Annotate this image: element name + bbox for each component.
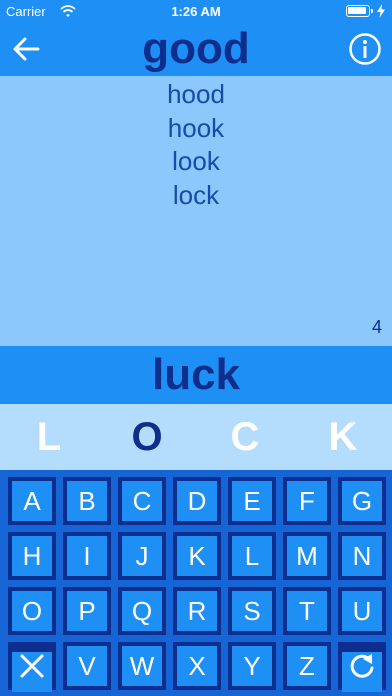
key-d[interactable]: D [173,477,221,525]
history-word: lock [172,179,220,210]
key-w[interactable]: W [118,642,166,690]
letter-slot-1[interactable]: L [19,404,79,470]
key-label: C [122,481,162,521]
key-label: U [342,591,382,631]
key-t[interactable]: T [283,587,331,635]
key-label: P [67,591,107,631]
key-label: B [67,481,107,521]
restart-icon [350,654,374,678]
key-label: Q [122,591,162,631]
key-label: K [177,536,217,576]
letter-slot-3[interactable]: C [215,404,275,470]
key-f[interactable]: F [283,477,331,525]
key-label: X [177,646,217,686]
key-e[interactable]: E [228,477,276,525]
history-word: hook [167,112,225,143]
key-l[interactable]: L [228,532,276,580]
key-b[interactable]: B [63,477,111,525]
key-label: L [232,536,272,576]
letter-slot-4[interactable]: K [313,404,373,470]
close-x-icon [20,654,44,678]
letter-slot-2[interactable]: O [117,404,177,470]
key-h[interactable]: H [8,532,56,580]
key-label: H [12,536,52,576]
key-v[interactable]: V [63,642,111,690]
key-label: S [232,591,272,631]
key-label: Z [287,646,327,686]
current-word: luck [0,346,392,404]
status-bar: Carrier 1:26 AM [0,0,392,22]
key-g[interactable]: G [338,477,386,525]
key-x[interactable]: X [173,642,221,690]
key-s[interactable]: S [228,587,276,635]
target-word: good [142,24,250,73]
key-z[interactable]: Z [283,642,331,690]
battery-tip [371,9,373,13]
history-word: hood [167,79,225,109]
key-label: T [287,591,327,631]
restart-button-face [342,652,382,692]
key-i[interactable]: I [63,532,111,580]
key-label: N [342,536,382,576]
key-c[interactable]: C [118,477,166,525]
key-q[interactable]: Q [118,587,166,635]
nav-bar: good [0,22,392,76]
letter-keyboard: A B C D E F G H I J K L M N O P Q R S T … [0,470,392,696]
key-label: F [287,481,327,521]
key-label: W [122,646,162,686]
info-icon[interactable] [348,32,382,66]
restart-button[interactable] [338,642,386,692]
key-label: O [12,591,52,631]
key-label: E [232,481,272,521]
key-k[interactable]: K [173,532,221,580]
key-n[interactable]: N [338,532,386,580]
key-m[interactable]: M [283,532,331,580]
key-label: G [342,481,382,521]
key-r[interactable]: R [173,587,221,635]
key-label: J [122,536,162,576]
clear-button-face [12,652,52,692]
key-label: V [67,646,107,686]
status-time: 1:26 AM [171,4,221,19]
charging-bolt-icon [377,4,385,18]
key-label: Y [232,646,272,686]
clear-button[interactable] [8,642,56,692]
history-word: look [172,146,220,176]
word-history-panel: hood hook look lock 4 [0,76,392,346]
key-a[interactable]: A [8,477,56,525]
key-u[interactable]: U [338,587,386,635]
key-o[interactable]: O [8,587,56,635]
key-label: I [67,536,107,576]
key-label: M [287,536,327,576]
word-history-list: hood hook look lock [0,76,392,212]
key-label: A [12,481,52,521]
battery-icon [346,5,370,17]
key-label: R [177,591,217,631]
key-j[interactable]: J [118,532,166,580]
move-count: 4 [371,317,382,337]
key-p[interactable]: P [63,587,111,635]
key-y[interactable]: Y [228,642,276,690]
key-label: D [177,481,217,521]
letter-slots: L O C K [0,404,392,470]
